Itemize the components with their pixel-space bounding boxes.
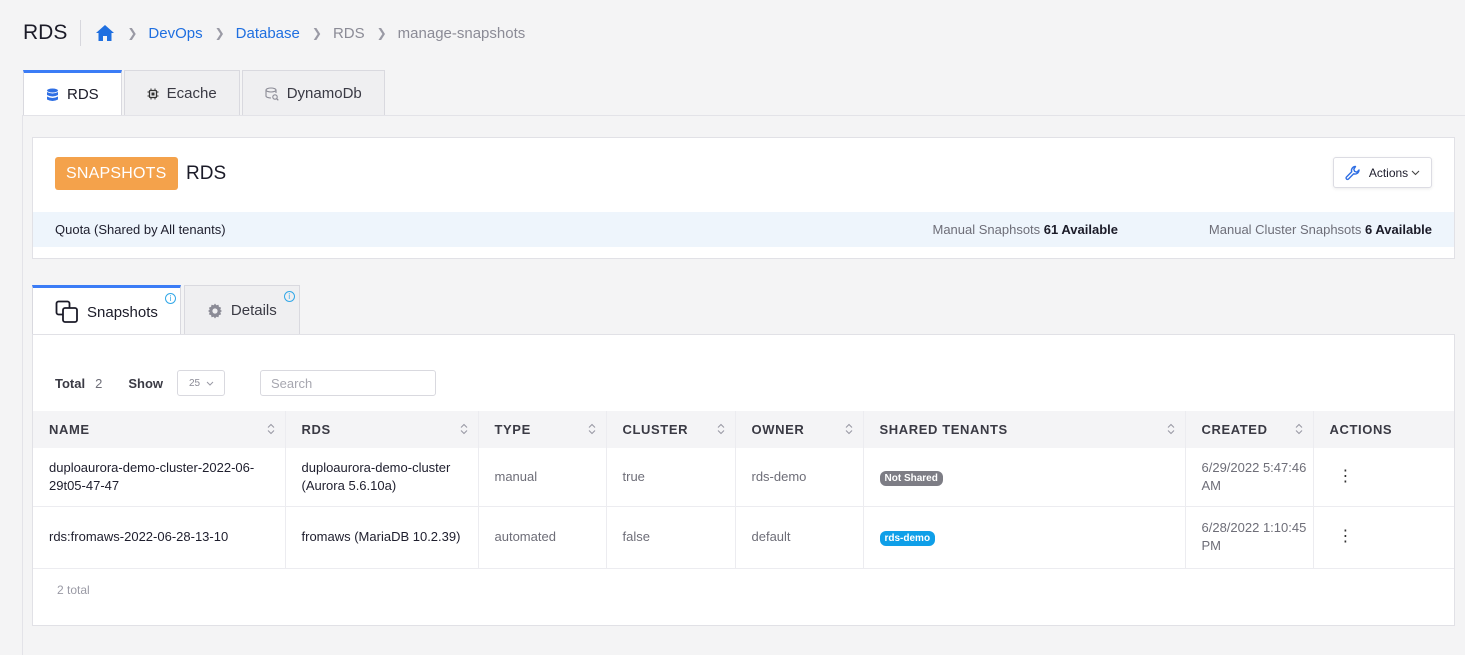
actions-label: Actions — [1368, 165, 1409, 180]
tab-label: Snapshots — [87, 303, 158, 321]
manual-snapshots-label: Manual Snaphsots — [932, 222, 1041, 237]
cell-shared-tenants: Not Shared — [863, 448, 1186, 507]
table-toolbar: Total 2 Show 25 — [55, 370, 436, 396]
wrench-icon — [1345, 165, 1361, 181]
snapshots-badge: SNAPSHOTS — [55, 157, 178, 190]
table-footer-total: 2 total — [57, 583, 90, 597]
cluster-snapshots-value: 6 Available — [1365, 222, 1432, 237]
sort-icon[interactable] — [267, 423, 275, 438]
search-input[interactable] — [260, 370, 436, 396]
app-title: RDS — [23, 20, 82, 46]
shared-tenant-badge: rds-demo — [879, 531, 936, 546]
service-tabs: RDS Ecache DynamoDb — [23, 70, 387, 116]
quota-bar: Quota (Shared by All tenants) Manual Sna… — [33, 212, 1454, 247]
table-row[interactable]: rds:fromaws-2022-06-28-13-10 fromaws (Ma… — [33, 506, 1454, 569]
cell-owner: rds-demo — [735, 448, 864, 507]
cell-rds: fromaws (MariaDB 10.2.39) — [285, 506, 479, 569]
column-header-created[interactable]: CREATED — [1185, 411, 1314, 448]
tab-label: DynamoDb — [286, 85, 362, 102]
kebab-menu-icon[interactable]: ⋮ — [1338, 468, 1354, 485]
cell-rds: duploaurora-demo-cluster (Aurora 5.6.10a… — [285, 448, 479, 507]
breadcrumb-devops[interactable]: DevOps — [148, 25, 202, 42]
tab-label: RDS — [67, 86, 99, 103]
snapshots-table: NAME RDS TYPE CLUSTER OWNER SHARED TENAN… — [33, 411, 1454, 569]
tab-snapshots[interactable]: Snapshots i — [32, 285, 181, 336]
quota-label: Quota (Shared by All tenants) — [55, 222, 226, 237]
table-row[interactable]: duploaurora-demo-cluster-2022-06-29t05-4… — [33, 448, 1454, 507]
breadcrumb-rds: RDS — [332, 24, 365, 42]
row-actions-menu[interactable]: ⋮ — [1313, 448, 1454, 507]
total-label: Total — [55, 375, 86, 391]
chevron-right-icon: ❯ — [311, 26, 322, 40]
snapshots-panel: Total 2 Show 25 NAME RDS TYPE CLUSTER OW… — [32, 334, 1455, 626]
sort-icon[interactable] — [460, 423, 468, 438]
tab-dynamodb[interactable]: DynamoDb — [241, 70, 385, 116]
page-size-value: 25 — [189, 377, 201, 389]
cell-type: automated — [478, 506, 607, 569]
card-title: RDS — [186, 163, 227, 184]
column-header-actions: ACTIONS — [1329, 422, 1393, 437]
total-value: 2 — [95, 375, 103, 391]
chevron-right-icon: ❯ — [127, 26, 138, 40]
cell-owner: default — [735, 506, 864, 569]
chip-icon — [147, 88, 159, 100]
database-icon — [46, 88, 59, 102]
column-header-type[interactable]: TYPE — [478, 411, 607, 448]
cell-cluster: true — [606, 448, 736, 507]
cell-cluster: false — [606, 506, 736, 569]
manual-snapshots-quota: Manual Snaphsots 61 Available — [932, 222, 1118, 237]
cluster-snapshots-quota: Manual Cluster Snaphsots 6 Available — [1209, 222, 1432, 237]
sort-icon[interactable] — [717, 423, 725, 438]
chevron-down-icon — [206, 378, 214, 389]
cell-shared-tenants: rds-demo — [863, 506, 1186, 569]
column-header-owner[interactable]: OWNER — [735, 411, 864, 448]
tab-rds[interactable]: RDS — [23, 70, 122, 116]
tab-label: Ecache — [166, 85, 217, 102]
cell-name: rds:fromaws-2022-06-28-13-10 — [33, 506, 286, 569]
actions-button[interactable]: Actions — [1333, 157, 1432, 188]
breadcrumb: ❯ DevOps ❯ Database ❯ RDS ❯ manage-snaps… — [95, 24, 525, 42]
column-header-rds[interactable]: RDS — [285, 411, 479, 448]
table-header-row: NAME RDS TYPE CLUSTER OWNER SHARED TENAN… — [33, 411, 1454, 448]
breadcrumb-current: manage-snapshots — [397, 24, 526, 42]
sort-icon[interactable] — [588, 423, 596, 438]
chevron-right-icon: ❯ — [376, 26, 387, 40]
sort-icon[interactable] — [845, 423, 853, 438]
column-header-shared-tenants[interactable]: SHARED TENANTS — [863, 411, 1186, 448]
column-header-name[interactable]: NAME — [33, 411, 286, 448]
cell-created: 6/29/2022 5:47:46 AM — [1185, 448, 1314, 507]
info-icon[interactable]: i — [283, 291, 295, 302]
tab-ecache[interactable]: Ecache — [123, 70, 240, 116]
chevron-right-icon: ❯ — [214, 26, 225, 40]
cluster-snapshots-label: Manual Cluster Snaphsots — [1208, 222, 1362, 237]
gear-icon — [207, 303, 223, 319]
snapshots-summary-card: SNAPSHOTS RDS Actions Quota (Shared by A… — [32, 137, 1455, 259]
manual-snapshots-value: 61 Available — [1043, 222, 1118, 237]
page-size-select[interactable]: 25 — [177, 370, 225, 396]
sort-icon[interactable] — [1167, 423, 1175, 438]
chevron-down-icon — [1411, 170, 1420, 176]
column-header-cluster[interactable]: CLUSTER — [606, 411, 736, 448]
cell-name: duploaurora-demo-cluster-2022-06-29t05-4… — [33, 448, 286, 507]
show-label: Show — [128, 375, 163, 391]
tab-label: Details — [230, 302, 277, 319]
top-bar: RDS ❯ DevOps ❯ Database ❯ RDS ❯ manage-s… — [0, 0, 1465, 66]
info-icon[interactable]: i — [164, 293, 176, 304]
kebab-menu-icon[interactable]: ⋮ — [1338, 528, 1354, 545]
tab-details[interactable]: Details i — [183, 285, 300, 335]
row-actions-menu[interactable]: ⋮ — [1313, 506, 1454, 569]
shared-status-badge: Not Shared — [879, 470, 943, 486]
snapshot-tabs: Snapshots i Details i — [32, 285, 303, 336]
cell-created: 6/28/2022 1:10:45 PM — [1185, 506, 1314, 569]
home-icon[interactable] — [95, 24, 115, 42]
copy-icon — [55, 300, 79, 324]
breadcrumb-database[interactable]: Database — [236, 25, 300, 42]
cell-type: manual — [478, 448, 607, 507]
sort-icon[interactable] — [1295, 423, 1303, 438]
db-search-icon — [265, 86, 279, 101]
